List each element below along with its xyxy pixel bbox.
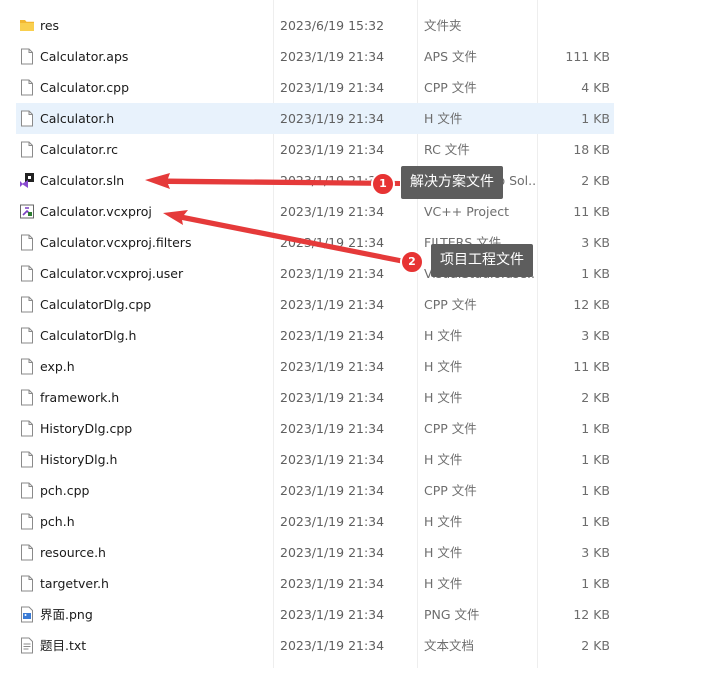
callout-project-file: 项目工程文件 [431,244,533,277]
callout-solution-file: 解决方案文件 [401,166,503,199]
callout-label: 项目工程文件 [440,252,524,268]
annotation-arrows [145,173,405,264]
callout-label: 解决方案文件 [410,174,494,190]
arrow-1 [145,173,400,189]
arrow-2 [163,210,405,264]
badge-2: 2 [400,250,424,274]
badge-1: 1 [371,172,395,196]
